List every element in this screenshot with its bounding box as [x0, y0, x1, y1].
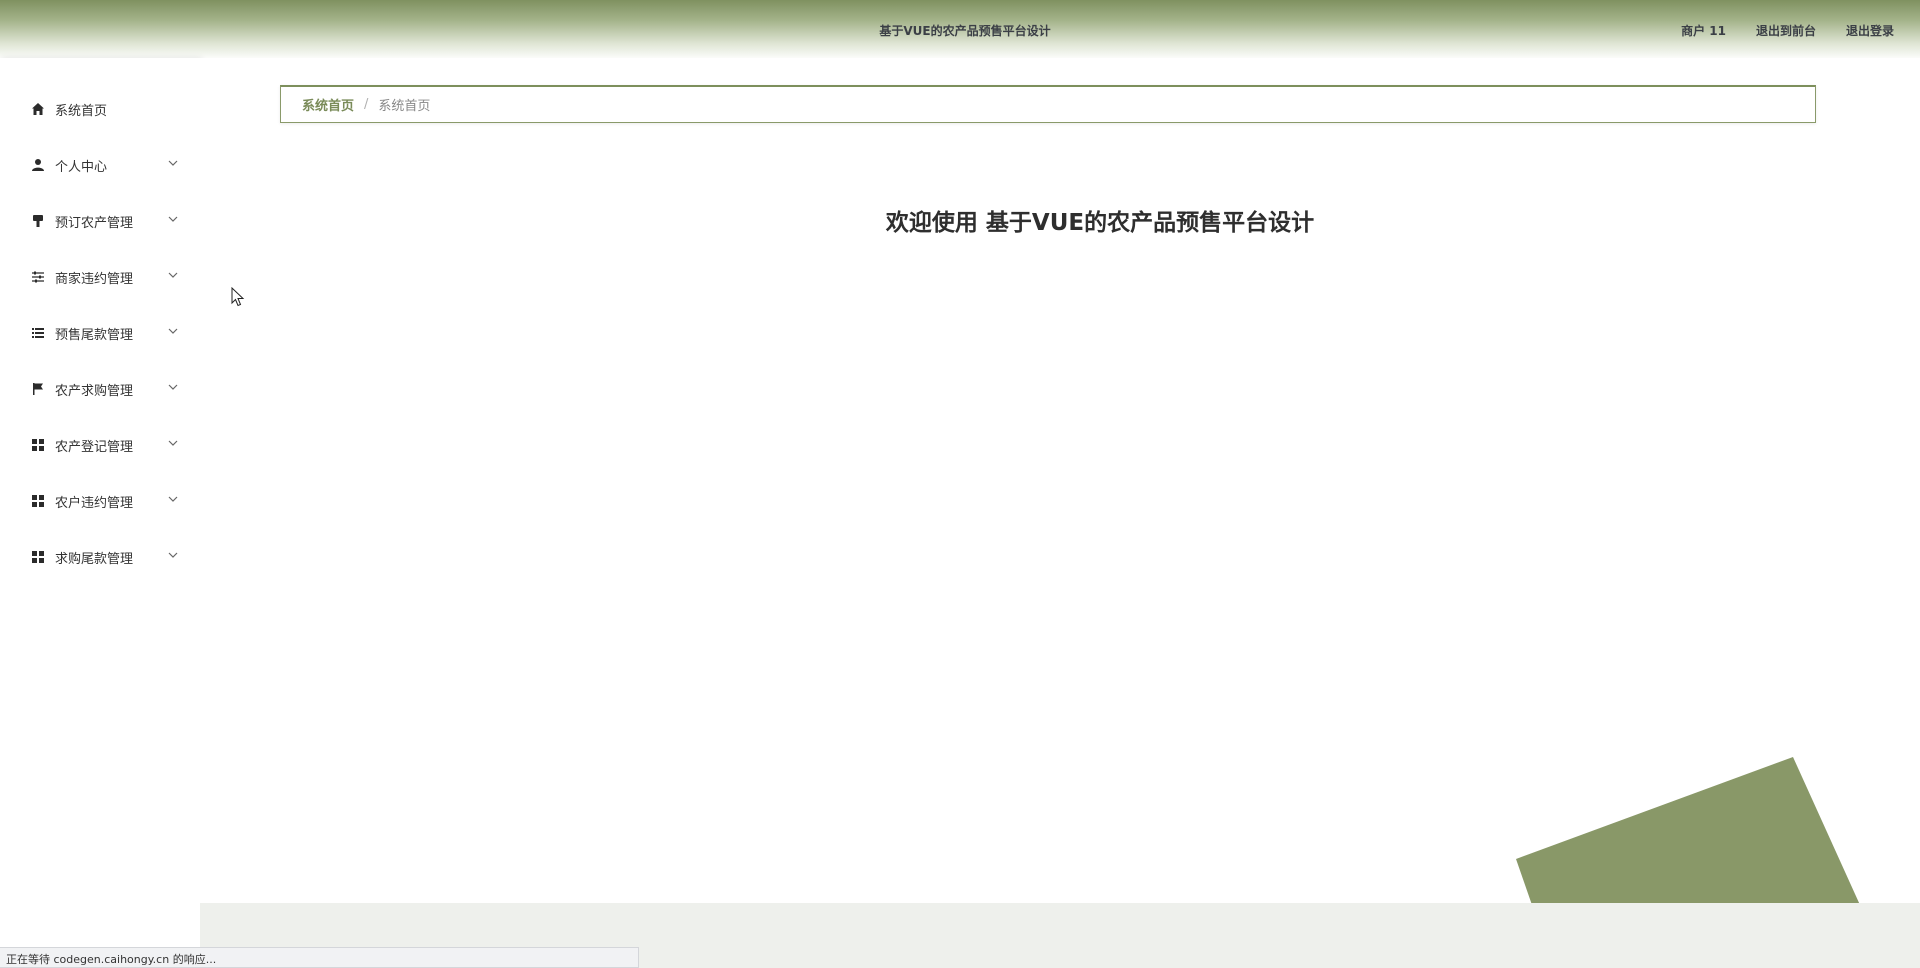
- sidebar-item-produce-purchase[interactable]: 农产求购管理: [0, 369, 200, 409]
- sidebar-item-label: 农户违约管理: [55, 495, 134, 511]
- home-icon: [30, 101, 46, 117]
- chevron-down-icon: [168, 328, 178, 334]
- sidebar-item-label: 求购尾款管理: [55, 551, 134, 567]
- mouse-cursor-icon: [231, 287, 245, 307]
- sidebar-item-label: 农产登记管理: [55, 439, 134, 455]
- browser-status-bar: 正在等待 codegen.caihongy.cn 的响应...: [0, 947, 639, 968]
- welcome-heading: 欢迎使用 基于VUE的农产品预售平台设计: [885, 210, 1315, 236]
- grid-icon: [30, 437, 46, 453]
- sidebar-item-produce-registration[interactable]: 农产登记管理: [0, 425, 200, 465]
- sidebar-item-presale-balance[interactable]: 预售尾款管理: [0, 313, 200, 353]
- user-icon: [30, 157, 46, 173]
- sidebar-item-label: 商家违约管理: [55, 271, 134, 287]
- decorative-shape: [1516, 757, 1860, 905]
- sidebar-item-home[interactable]: 系统首页: [0, 89, 200, 129]
- flag-icon: [30, 381, 46, 397]
- chevron-down-icon: [168, 160, 178, 166]
- exit-to-front-button[interactable]: 退出到前台: [1756, 22, 1816, 39]
- chevron-down-icon: [168, 552, 178, 558]
- sidebar-item-label: 个人中心: [55, 159, 108, 175]
- list-icon: [30, 325, 46, 341]
- logout-button[interactable]: 退出登录: [1846, 22, 1894, 39]
- sidebar-item-label: 系统首页: [55, 103, 108, 119]
- grid-icon: [30, 549, 46, 565]
- header-actions: 商户 11 退出到前台 退出登录: [1681, 22, 1894, 39]
- chevron-down-icon: [168, 216, 178, 222]
- app-title: 基于VUE的农产品预售平台设计: [879, 24, 1051, 38]
- grid-icon: [30, 493, 46, 509]
- chevron-down-icon: [168, 272, 178, 278]
- chevron-down-icon: [168, 440, 178, 446]
- top-header: 基于VUE的农产品预售平台设计 商户 11 退出到前台 退出登录: [0, 0, 1920, 58]
- breadcrumb-home-link[interactable]: 系统首页: [302, 95, 354, 114]
- breadcrumb: 系统首页 / 系统首页: [280, 85, 1816, 123]
- sidebar-item-preorder-produce[interactable]: 预订农产管理: [0, 201, 200, 241]
- sidebar-item-label: 预订农产管理: [55, 215, 134, 231]
- brush-icon: [30, 213, 46, 229]
- sidebar-item-personal-center[interactable]: 个人中心: [0, 145, 200, 185]
- sidebar-item-merchant-breach[interactable]: 商家违约管理: [0, 257, 200, 297]
- current-user-label[interactable]: 商户 11: [1681, 22, 1726, 39]
- sidebar-menu: 系统首页 个人中心 预订农产管理 商家违约管理 预售尾款管理 农产求购管理 农产…: [0, 58, 200, 948]
- sidebar-item-purchase-balance[interactable]: 求购尾款管理: [0, 537, 200, 577]
- breadcrumb-current: 系统首页: [378, 99, 431, 114]
- chevron-down-icon: [168, 496, 178, 502]
- sidebar-item-label: 预售尾款管理: [55, 327, 134, 343]
- sidebar-item-label: 农产求购管理: [55, 383, 134, 399]
- breadcrumb-separator: /: [364, 97, 369, 112]
- sliders-icon: [30, 269, 46, 285]
- chevron-down-icon: [168, 384, 178, 390]
- sidebar-item-farmer-breach[interactable]: 农户违约管理: [0, 481, 200, 521]
